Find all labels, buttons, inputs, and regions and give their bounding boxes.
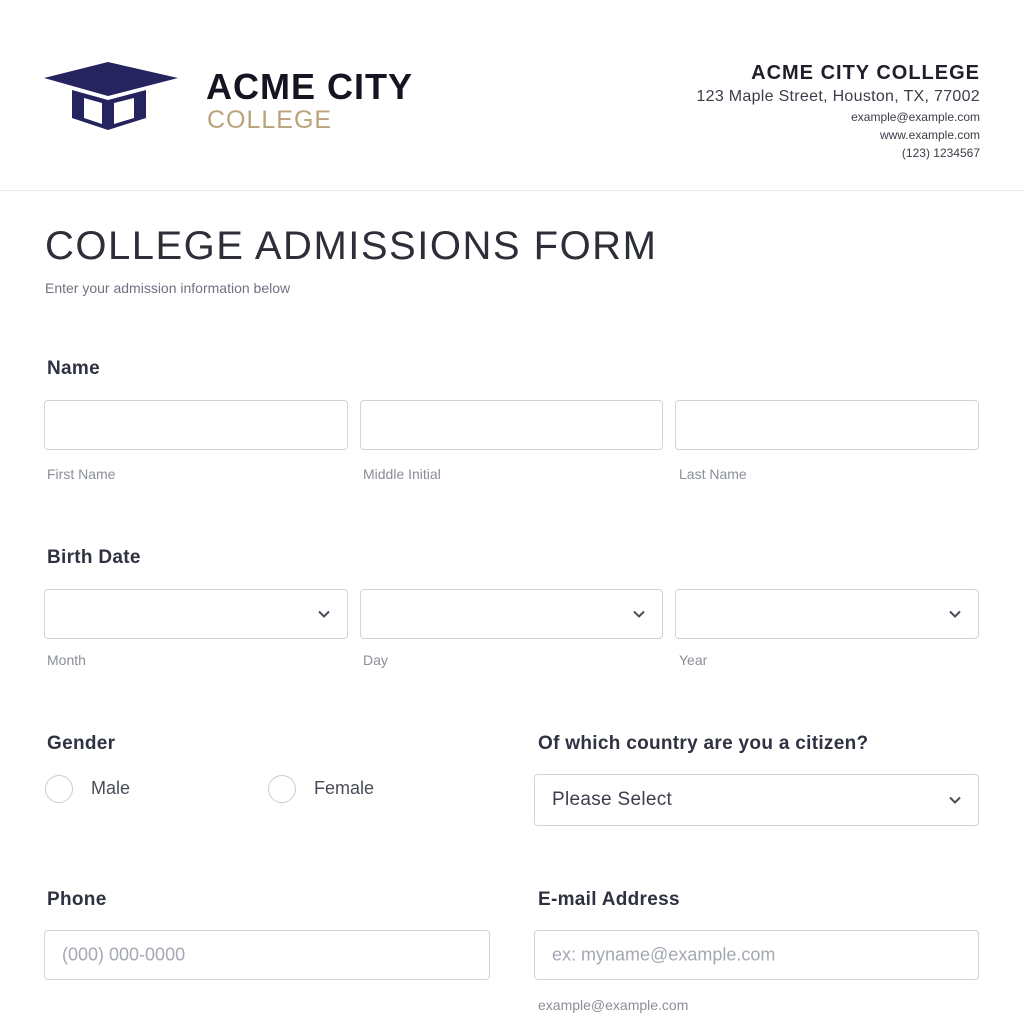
birth-date-label: Birth Date [47,547,141,568]
chevron-down-icon [949,610,961,618]
female-radio[interactable] [268,775,296,803]
contact-email: example@example.com [851,110,980,124]
female-radio-label: Female [314,778,375,798]
graduation-cap-icon [44,62,178,130]
contact-name: ACME CITY COLLEGE [751,62,980,84]
chevron-down-icon [949,796,961,804]
day-sublabel: Day [363,652,388,668]
birth-month-select[interactable] [44,589,348,639]
page-header: ACME CITY COLLEGE ACME CITY COLLEGE 123 … [0,0,1024,191]
country-label: Of which country are you a citizen? [538,733,869,754]
college-logo: ACME CITY COLLEGE [44,62,464,142]
month-sublabel: Month [47,652,86,668]
male-radio[interactable] [45,775,73,803]
birth-day-select[interactable] [360,589,663,639]
year-sublabel: Year [679,652,708,668]
first-name-input[interactable] [44,400,348,450]
country-select[interactable]: Please Select [534,774,979,826]
gender-label: Gender [47,733,116,754]
logo-subtitle: COLLEGE [207,106,333,134]
phone-input[interactable]: (000) 000-0000 [44,930,490,980]
contact-address: 123 Maple Street, Houston, TX, 77002 [696,88,980,105]
form-title: COLLEGE ADMISSIONS FORM [45,224,658,268]
logo-title: ACME CITY [206,66,413,107]
form-subtitle: Enter your admission information below [45,280,291,296]
gender-male-option[interactable]: Male [45,775,165,805]
last-name-input[interactable] [675,400,979,450]
phone-label: Phone [47,889,107,910]
middle-initial-sublabel: Middle Initial [363,466,441,482]
contact-info: ACME CITY COLLEGE 123 Maple Street, Hous… [696,60,980,162]
first-name-sublabel: First Name [47,466,116,482]
middle-initial-input[interactable] [360,400,663,450]
male-radio-label: Male [91,778,131,798]
email-placeholder: ex: myname@example.com [552,944,776,965]
contact-website: www.example.com [879,128,980,142]
email-input[interactable]: ex: myname@example.com [534,930,979,980]
email-label: E-mail Address [538,889,680,910]
phone-placeholder: (000) 000-0000 [62,944,186,965]
birth-year-select[interactable] [675,589,979,639]
name-label: Name [47,358,100,379]
gender-female-option[interactable]: Female [268,775,408,805]
country-select-value: Please Select [552,789,673,810]
contact-phone: (123) 1234567 [901,146,980,160]
chevron-down-icon [633,610,645,618]
email-sublabel: example@example.com [538,997,689,1013]
last-name-sublabel: Last Name [679,466,747,482]
chevron-down-icon [318,610,330,618]
